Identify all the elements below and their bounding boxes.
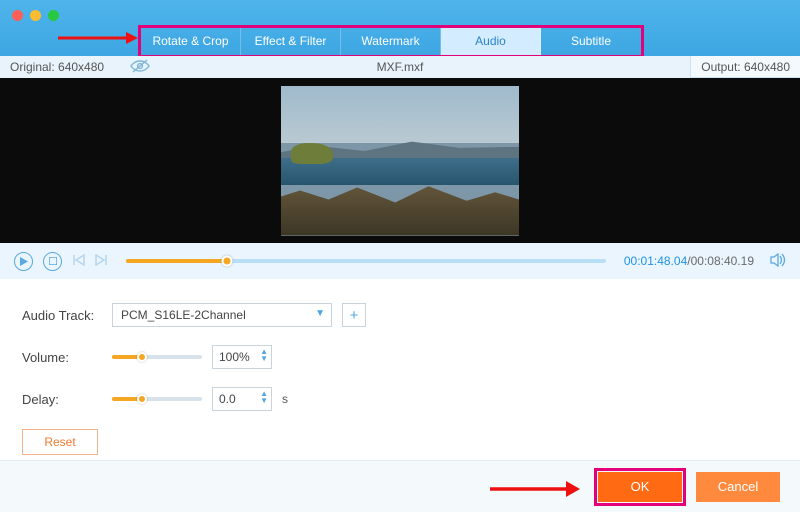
video-preview-area xyxy=(0,78,800,243)
tab-audio[interactable]: Audio xyxy=(441,28,541,55)
seek-knob[interactable] xyxy=(221,256,232,267)
playback-bar: 00:01:48.04/00:08:40.19 xyxy=(0,243,800,279)
maximize-icon[interactable] xyxy=(48,10,59,21)
delay-input[interactable]: 0.0 ▲▼ xyxy=(212,387,272,411)
tab-rotate-crop[interactable]: Rotate & Crop xyxy=(141,28,241,55)
volume-label: Volume: xyxy=(22,350,102,365)
cancel-button[interactable]: Cancel xyxy=(696,472,780,502)
play-button[interactable] xyxy=(14,252,33,271)
prev-frame-button[interactable] xyxy=(72,254,85,269)
filename-label: MXF.mxf xyxy=(0,60,800,74)
tab-effect-filter[interactable]: Effect & Filter xyxy=(241,28,341,55)
audio-track-value: PCM_S16LE-2Channel xyxy=(121,308,246,322)
dialog-footer: OK Cancel xyxy=(0,460,800,512)
preview-visibility-icon[interactable] xyxy=(130,58,150,77)
volume-input[interactable]: 100% ▲▼ xyxy=(212,345,272,369)
window-controls xyxy=(12,10,59,21)
delay-slider[interactable] xyxy=(112,397,202,401)
audio-track-label: Audio Track: xyxy=(22,308,102,323)
volume-stepper[interactable]: ▲▼ xyxy=(260,348,268,362)
volume-knob[interactable] xyxy=(137,352,147,362)
delay-unit: s xyxy=(282,392,288,406)
tab-subtitle[interactable]: Subtitle xyxy=(541,28,641,55)
info-bar: Original: 640x480 MXF.mxf x xyxy=(0,56,800,78)
video-thumbnail[interactable] xyxy=(281,86,519,236)
annotation-arrow-ok xyxy=(490,480,580,498)
output-dimensions: Output: 640x480 xyxy=(701,60,790,74)
reset-button[interactable]: Reset xyxy=(22,429,98,455)
delay-knob[interactable] xyxy=(137,394,147,404)
add-audio-track-button[interactable]: + xyxy=(342,303,366,327)
tab-watermark[interactable]: Watermark xyxy=(341,28,441,55)
volume-icon[interactable] xyxy=(770,253,786,270)
timecode: 00:01:48.04/00:08:40.19 xyxy=(624,254,754,268)
next-frame-button[interactable] xyxy=(95,254,108,269)
output-dimensions-box: Output: 640x480 xyxy=(690,56,800,78)
seek-slider[interactable] xyxy=(126,259,606,263)
delay-stepper[interactable]: ▲▼ xyxy=(260,390,268,404)
original-dimensions: Original: 640x480 xyxy=(10,60,104,74)
stop-button[interactable] xyxy=(43,252,62,271)
volume-slider[interactable] xyxy=(112,355,202,359)
close-icon[interactable] xyxy=(12,10,23,21)
edit-tab-bar: Rotate & Crop Effect & Filter Watermark … xyxy=(138,25,644,58)
chevron-down-icon: ▼ xyxy=(315,308,325,319)
audio-track-select[interactable]: PCM_S16LE-2Channel ▼ xyxy=(112,303,332,327)
annotation-arrow-tabs xyxy=(58,32,138,44)
audio-settings: Audio Track: PCM_S16LE-2Channel ▼ + Volu… xyxy=(0,279,800,485)
delay-label: Delay: xyxy=(22,392,102,407)
ok-button[interactable]: OK xyxy=(598,472,682,502)
minimize-icon[interactable] xyxy=(30,10,41,21)
title-bar: Rotate & Crop Effect & Filter Watermark … xyxy=(0,0,800,56)
